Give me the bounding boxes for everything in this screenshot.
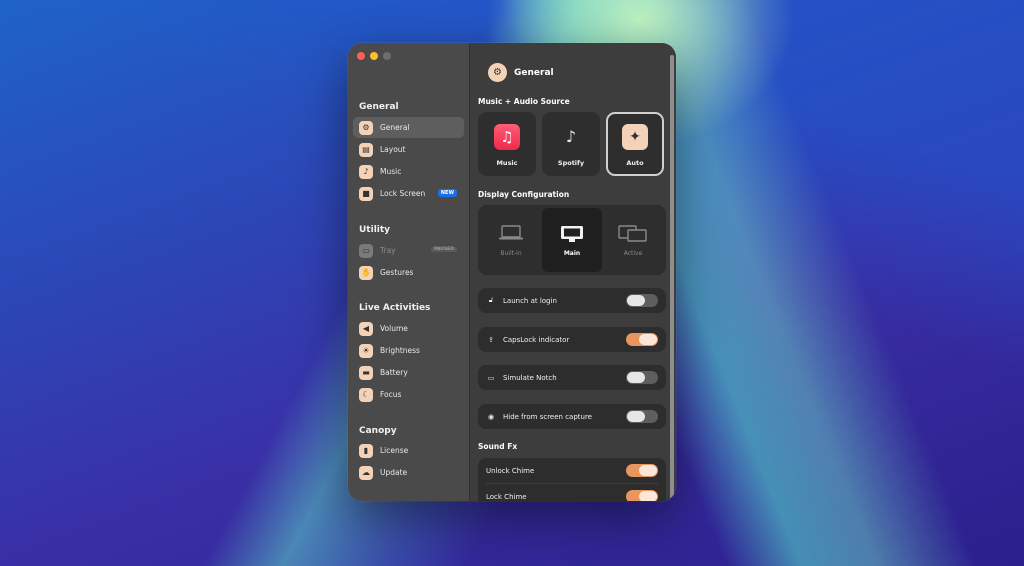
- display-option-label: Built-in: [500, 250, 522, 257]
- hand-icon: ✋: [359, 265, 373, 280]
- eye-icon: ◉: [487, 412, 495, 421]
- page-title: General: [514, 67, 554, 78]
- section-title-general: General: [359, 102, 399, 112]
- hide-from-capture-row: ◉ Hide from screen capture: [478, 404, 666, 429]
- layout-icon: ▤: [359, 142, 373, 157]
- display-option-built-in[interactable]: Built-in: [481, 208, 541, 272]
- section-title-canopy: Canopy: [359, 426, 397, 436]
- cloud-icon: ☁: [359, 465, 373, 480]
- zoom-button[interactable]: [383, 52, 391, 60]
- section-title-live-activities: Live Activities: [359, 303, 431, 313]
- capslock-indicator-toggle[interactable]: [626, 333, 658, 346]
- source-option-auto[interactable]: ✦ Auto: [606, 112, 664, 176]
- scrollbar[interactable]: [670, 55, 674, 500]
- moon-icon: ☾: [359, 387, 373, 402]
- sidebar-item-label: General: [380, 123, 410, 132]
- license-icon: ▮: [359, 443, 373, 458]
- minimize-button[interactable]: [370, 52, 378, 60]
- display-option-main[interactable]: Main: [542, 208, 602, 272]
- display-option-active[interactable]: Active: [603, 208, 663, 272]
- source-option-label: Spotify: [557, 159, 585, 167]
- unlock-chime-row: Unlock Chime: [478, 458, 666, 483]
- music-icon: ♪: [359, 164, 373, 179]
- window-controls: [357, 52, 391, 60]
- row-label: CapsLock indicator: [503, 335, 570, 344]
- sidebar-item-label: Layout: [380, 145, 406, 154]
- sun-icon: ☀: [359, 343, 373, 358]
- sidebar-item-lock-screen[interactable]: ■ Lock Screen NEW: [353, 183, 464, 204]
- sidebar-item-label: Gestures: [380, 268, 414, 277]
- row-label: Simulate Notch: [503, 373, 557, 382]
- gear-icon: ⚙: [488, 63, 507, 82]
- lock-icon: ■: [359, 186, 373, 201]
- simulate-notch-toggle[interactable]: [626, 371, 658, 384]
- sidebar-item-volume[interactable]: ◀ Volume: [353, 318, 464, 339]
- settings-window: General ⚙ General ▤ Layout ♪ Music ■ Loc…: [348, 43, 676, 501]
- sidebar-item-label: License: [380, 446, 409, 455]
- close-button[interactable]: [357, 52, 365, 60]
- lock-chime-row: Lock Chime: [478, 484, 666, 501]
- section-title-utility: Utility: [359, 225, 391, 235]
- display-option-label: Active: [623, 250, 643, 257]
- apple-music-icon: ♫: [494, 124, 520, 150]
- sidebar-item-layout[interactable]: ▤ Layout: [353, 139, 464, 160]
- sound-fx-group: Unlock Chime Lock Chime: [478, 458, 666, 501]
- monitor-icon: [560, 225, 584, 247]
- sidebar-item-focus[interactable]: ☾ Focus: [353, 384, 464, 405]
- sidebar-item-label: Tray: [380, 246, 396, 255]
- sidebar-item-general[interactable]: ⚙ General: [353, 117, 464, 138]
- display-option-label: Main: [563, 250, 581, 257]
- caps-icon: ⇪: [488, 335, 494, 344]
- sidebar-item-battery[interactable]: ▬ Battery: [353, 362, 464, 383]
- sidebar-item-label: Lock Screen: [380, 189, 426, 198]
- dual-monitor-icon: [618, 225, 648, 247]
- unlock-chime-toggle[interactable]: [626, 464, 658, 477]
- display-config-title: Display Configuration: [478, 190, 570, 199]
- unlock-icon: 🔓︎: [488, 296, 494, 304]
- gear-icon: ⚙: [359, 120, 373, 135]
- sound-fx-title: Sound Fx: [478, 442, 518, 451]
- hide-from-capture-toggle[interactable]: [626, 410, 658, 423]
- sidebar-item-label: Focus: [380, 390, 402, 399]
- sidebar-item-license[interactable]: ▮ License: [353, 440, 464, 461]
- settings-content: ⚙ General Music + Audio Source ♫ Music ♪…: [470, 43, 676, 501]
- launch-at-login-toggle[interactable]: [626, 294, 658, 307]
- row-label: Hide from screen capture: [503, 412, 592, 421]
- lock-chime-toggle[interactable]: [626, 490, 658, 501]
- source-option-label: Auto: [626, 159, 644, 167]
- new-badge: NEW: [437, 189, 457, 197]
- laptop-small-icon: ▭: [487, 373, 495, 382]
- sidebar-item-tray[interactable]: ▭ Tray PAUSED: [353, 240, 464, 261]
- source-option-label: Music: [496, 159, 518, 167]
- battery-icon: ▬: [359, 365, 373, 380]
- sidebar-item-brightness[interactable]: ☀ Brightness: [353, 340, 464, 361]
- capslock-indicator-row: ⇪ CapsLock indicator: [478, 327, 666, 352]
- row-label: Unlock Chime: [486, 466, 535, 475]
- simulate-notch-row: ▭ Simulate Notch: [478, 365, 666, 390]
- sidebar: General ⚙ General ▤ Layout ♪ Music ■ Loc…: [348, 43, 470, 501]
- page-header: ⚙ General: [488, 63, 554, 82]
- row-label: Lock Chime: [486, 492, 527, 501]
- source-option-music[interactable]: ♫ Music: [478, 112, 536, 176]
- music-source-title: Music + Audio Source: [478, 97, 570, 106]
- sidebar-item-label: Volume: [380, 324, 408, 333]
- tray-icon: ▭: [359, 243, 373, 258]
- sidebar-item-update[interactable]: ☁ Update: [353, 462, 464, 483]
- sidebar-item-label: Brightness: [380, 346, 420, 355]
- sidebar-item-label: Battery: [380, 368, 408, 377]
- source-option-spotify[interactable]: ♪ Spotify: [542, 112, 600, 176]
- sidebar-item-music[interactable]: ♪ Music: [353, 161, 464, 182]
- note-icon: ♪: [565, 127, 577, 146]
- row-label: Launch at login: [503, 296, 557, 305]
- laptop-icon: [498, 225, 524, 245]
- sidebar-item-label: Music: [380, 167, 402, 176]
- launch-at-login-row: 🔓︎ Launch at login: [478, 288, 666, 313]
- sidebar-item-gestures[interactable]: ✋ Gestures: [353, 262, 464, 283]
- speaker-icon: ◀: [359, 321, 373, 336]
- sparkle-icon: ✦: [622, 124, 648, 150]
- paused-badge: PAUSED: [431, 247, 457, 252]
- sidebar-item-label: Update: [380, 468, 408, 477]
- display-config-selector: Built-in Main Active: [478, 205, 666, 275]
